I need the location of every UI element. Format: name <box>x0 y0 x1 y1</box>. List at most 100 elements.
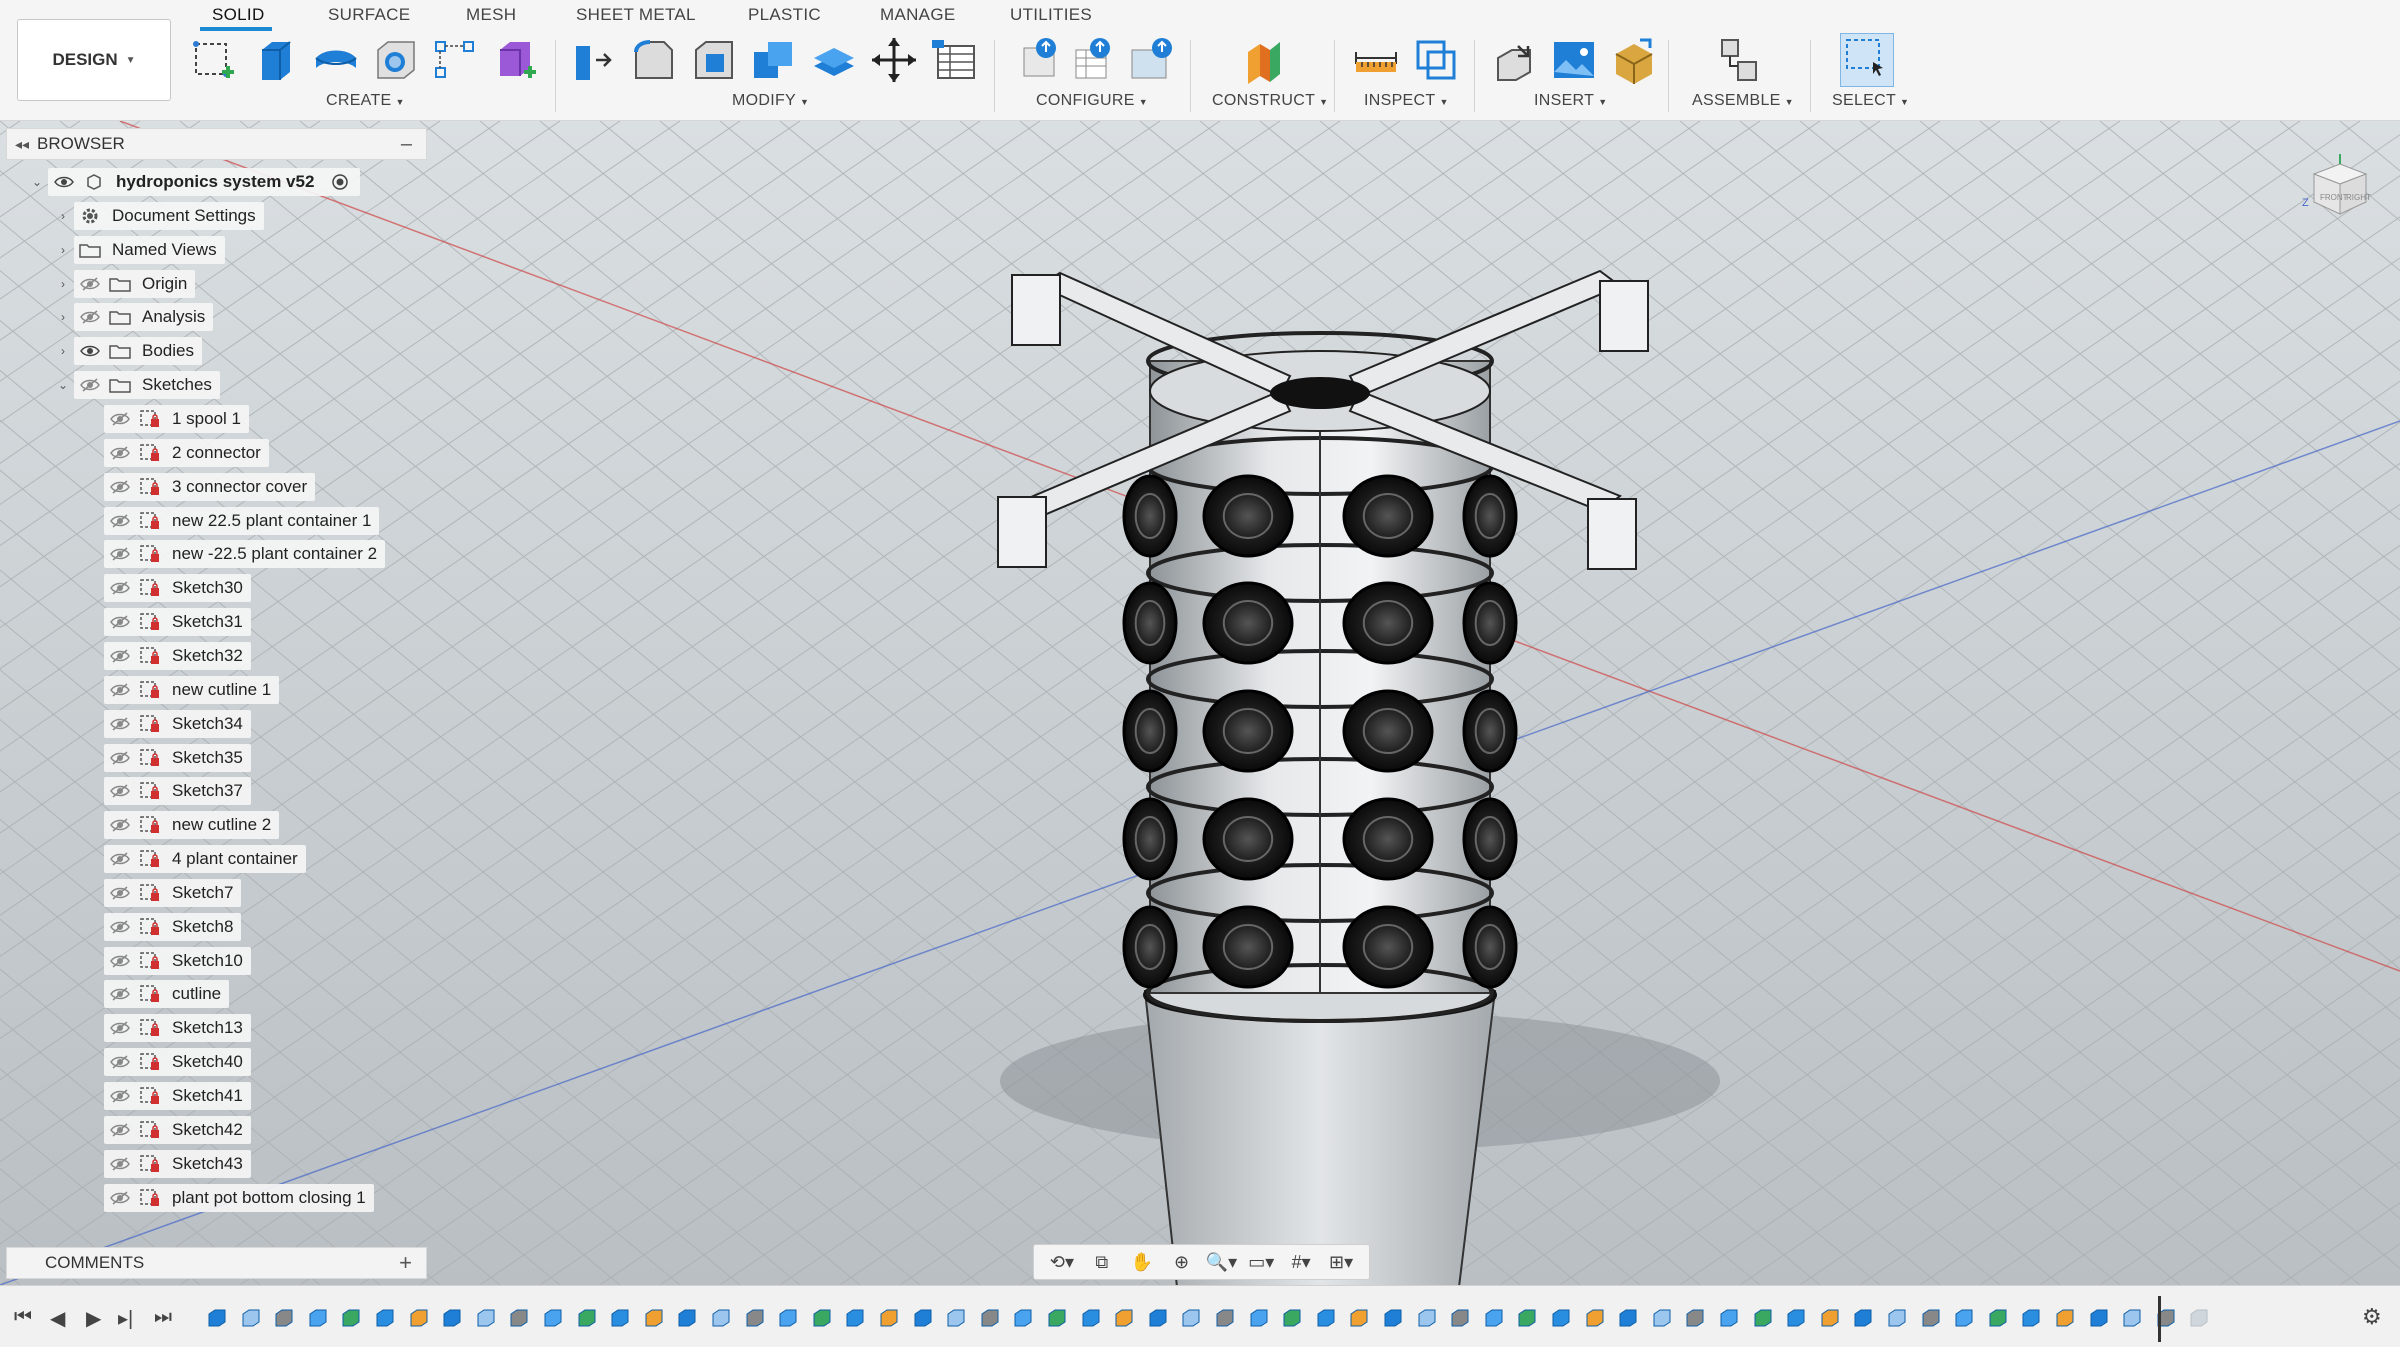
hidden-eye-icon[interactable] <box>108 679 132 701</box>
comments-panel-header[interactable]: COMMENTS + <box>6 1247 427 1279</box>
timeline-feature[interactable] <box>1785 1308 1807 1328</box>
sketch-item[interactable]: Sketch10 <box>82 946 251 975</box>
tree-item-chip[interactable]: Sketch42 <box>104 1115 251 1144</box>
hidden-eye-icon[interactable] <box>108 577 132 599</box>
orbit-icon[interactable]: ⟲▾ <box>1045 1248 1079 1276</box>
timeline-previous-icon[interactable]: ◀ <box>50 1306 65 1331</box>
visibility-eye-icon[interactable] <box>78 340 102 362</box>
workspace-switcher-button[interactable]: DESIGN ▼ <box>17 19 171 101</box>
hidden-eye-icon[interactable] <box>108 476 132 498</box>
hidden-eye-icon[interactable] <box>108 645 132 667</box>
sketch-item[interactable]: cutline <box>82 980 230 1009</box>
sketch-item[interactable]: Sketch8 <box>82 912 242 941</box>
timeline-last-icon[interactable]: ⏭ <box>154 1306 172 1329</box>
sketch-item[interactable]: Sketch34 <box>82 709 251 738</box>
timeline-feature[interactable] <box>2188 1308 2210 1328</box>
tree-item-chip[interactable]: new cutline 2 <box>104 811 280 840</box>
tree-root-item[interactable]: ⌄ hydroponics system v52 <box>26 168 361 196</box>
timeline-feature[interactable] <box>1449 1308 1471 1328</box>
sketch-item[interactable]: new cutline 1 <box>82 675 280 704</box>
timeline-feature[interactable] <box>1651 1308 1673 1328</box>
hidden-eye-icon[interactable] <box>108 1187 132 1209</box>
timeline-feature[interactable] <box>1953 1308 1975 1328</box>
timeline-feature[interactable] <box>744 1308 766 1328</box>
tree-item-origin[interactable]: › Origin <box>52 269 196 298</box>
hidden-eye-icon[interactable] <box>108 1153 132 1175</box>
hidden-eye-icon[interactable] <box>108 408 132 430</box>
hidden-eye-icon[interactable] <box>108 848 132 870</box>
tree-item-chip[interactable]: Sketch43 <box>104 1149 251 1178</box>
tab-utilities[interactable]: UTILITIES <box>1010 5 1092 25</box>
hidden-eye-icon[interactable] <box>108 1051 132 1073</box>
tree-item-chip[interactable]: new cutline 1 <box>104 675 280 704</box>
timeline-feature[interactable] <box>1886 1308 1908 1328</box>
tree-item-chip[interactable]: Sketch10 <box>104 946 251 975</box>
tree-item-chip[interactable]: hydroponics system v52 <box>48 168 361 196</box>
browser-panel-header[interactable]: ◂◂ BROWSER – <box>6 128 427 160</box>
hidden-eye-icon[interactable] <box>108 747 132 769</box>
timeline-feature[interactable] <box>1315 1308 1337 1328</box>
hidden-eye-icon[interactable] <box>78 273 102 295</box>
tree-item-bodies[interactable]: › Bodies <box>52 337 202 366</box>
timeline-feature[interactable] <box>542 1308 564 1328</box>
hidden-eye-icon[interactable] <box>108 882 132 904</box>
assemble-joint-icon[interactable] <box>1716 36 1764 84</box>
sketch-item[interactable]: new -22.5 plant container 2 <box>82 540 386 569</box>
tree-item-chip[interactable]: Document Settings <box>74 202 264 230</box>
tree-item-chip[interactable]: Origin <box>74 269 196 298</box>
tab-solid[interactable]: SOLID <box>212 5 265 25</box>
timeline-feature[interactable] <box>1046 1308 1068 1328</box>
timeline-feature[interactable] <box>1012 1308 1034 1328</box>
tree-item-chip[interactable]: plant pot bottom closing 1 <box>104 1183 374 1212</box>
expand-chevron-icon[interactable]: › <box>52 310 74 324</box>
timeline-feature[interactable] <box>1752 1308 1774 1328</box>
timeline-feature[interactable] <box>240 1308 262 1328</box>
tree-item-chip[interactable]: Sketch41 <box>104 1082 251 1110</box>
combine-icon[interactable] <box>750 36 798 84</box>
timeline-feature[interactable] <box>1718 1308 1740 1328</box>
timeline-feature[interactable] <box>1987 1308 2009 1328</box>
tab-plastic[interactable]: PLASTIC <box>748 5 821 25</box>
insert-derive-icon[interactable] <box>1490 36 1538 84</box>
tree-item-chip[interactable]: Sketch35 <box>104 743 251 772</box>
expand-chevron-icon[interactable]: › <box>52 277 74 291</box>
tree-item-chip[interactable]: 1 spool 1 <box>104 405 249 433</box>
tree-item-document-settings[interactable]: › Document Settings <box>52 202 264 230</box>
timeline-feature[interactable] <box>1248 1308 1270 1328</box>
hidden-eye-icon[interactable] <box>108 950 132 972</box>
sketch-item[interactable]: 2 connector <box>82 438 269 467</box>
configure-theme-icon[interactable] <box>1128 36 1176 84</box>
sketch-item[interactable]: Sketch41 <box>82 1082 251 1110</box>
group-assemble[interactable]: ASSEMBLE ▼ <box>1692 92 1794 110</box>
sketch-item[interactable]: Sketch42 <box>82 1115 251 1144</box>
canvas-viewport[interactable] <box>0 121 2400 1285</box>
expand-chevron-icon[interactable]: › <box>52 243 74 257</box>
group-inspect[interactable]: INSPECT ▼ <box>1364 92 1449 110</box>
viewports-icon[interactable]: ⊞▾ <box>1324 1248 1358 1276</box>
timeline-feature[interactable] <box>1348 1308 1370 1328</box>
timeline-feature[interactable] <box>811 1308 833 1328</box>
tree-item-chip[interactable]: Sketch32 <box>104 641 251 670</box>
timeline-feature[interactable] <box>1584 1308 1606 1328</box>
create-sketch-icon[interactable] <box>190 36 238 84</box>
sketch-item[interactable]: 1 spool 1 <box>82 405 249 433</box>
tree-item-chip[interactable]: Analysis <box>74 303 214 332</box>
sketch-item[interactable]: Sketch37 <box>82 777 251 806</box>
tree-item-chip[interactable]: Named Views <box>74 235 225 264</box>
timeline-feature[interactable] <box>508 1308 530 1328</box>
tree-item-chip[interactable]: new 22.5 plant container 1 <box>104 506 380 535</box>
timeline-feature[interactable] <box>676 1308 698 1328</box>
tree-item-chip[interactable]: Bodies <box>74 337 202 366</box>
tree-item-chip[interactable]: new -22.5 plant container 2 <box>104 540 386 569</box>
add-comment-icon[interactable]: + <box>399 1250 412 1276</box>
chamfer-icon[interactable] <box>690 36 738 84</box>
timeline-feature[interactable] <box>945 1308 967 1328</box>
zoom-icon[interactable]: ⊕ <box>1165 1248 1199 1276</box>
timeline-feature[interactable] <box>643 1308 665 1328</box>
timeline-feature[interactable] <box>609 1308 631 1328</box>
timeline-feature[interactable] <box>912 1308 934 1328</box>
hidden-eye-icon[interactable] <box>108 510 132 532</box>
hidden-eye-icon[interactable] <box>108 1119 132 1141</box>
tree-item-chip[interactable]: 3 connector cover <box>104 472 316 501</box>
timeline-settings-gear-icon[interactable]: ⚙ <box>2362 1304 2382 1330</box>
